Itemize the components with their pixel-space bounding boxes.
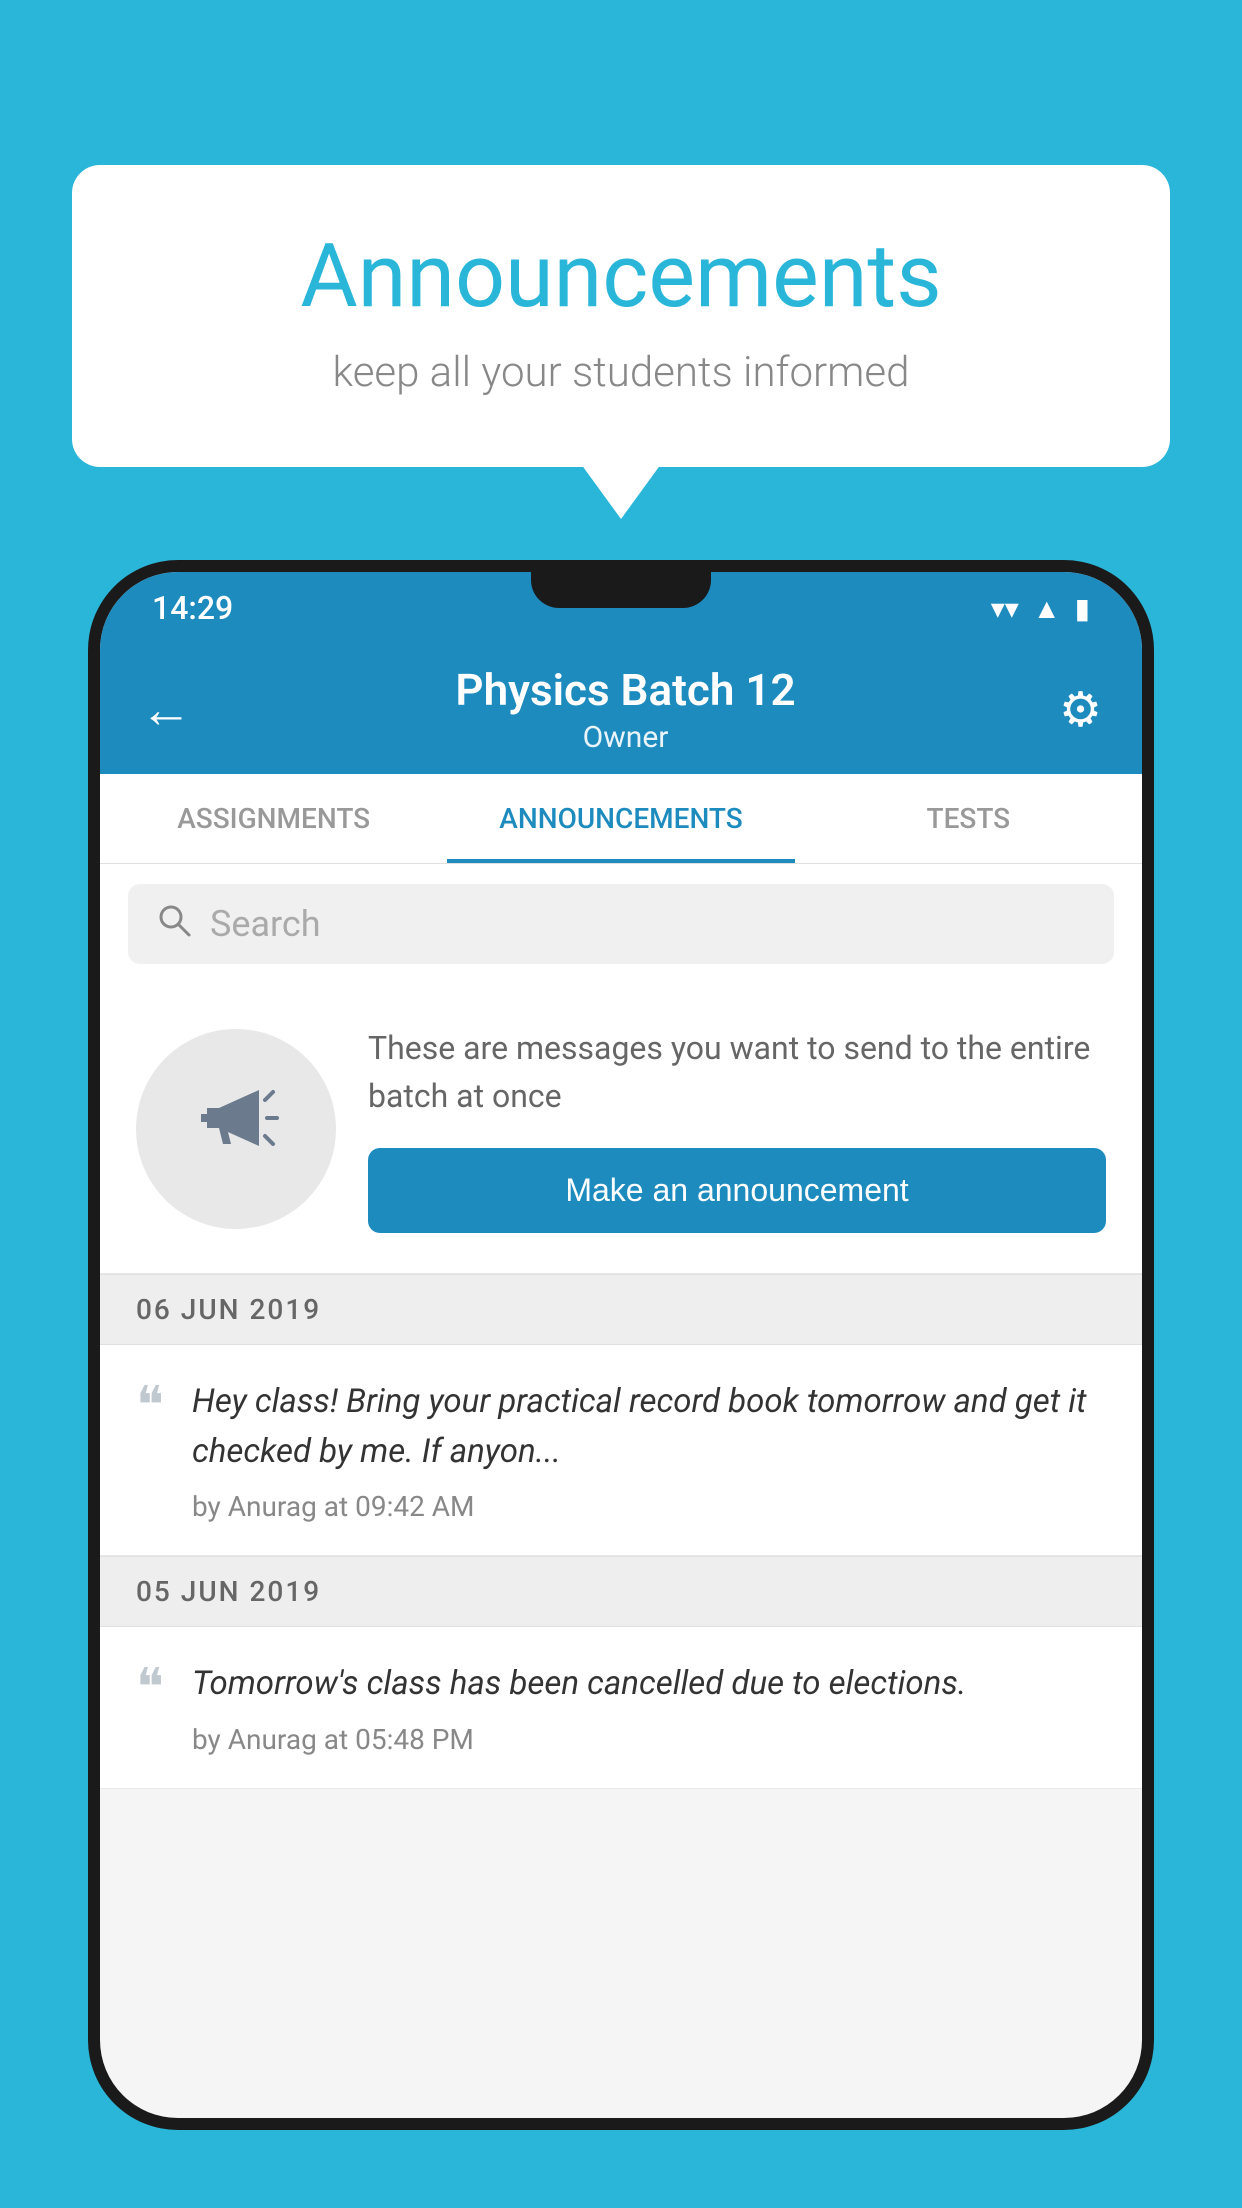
announcement-item-1: ❝ Hey class! Bring your practical record…	[100, 1345, 1142, 1556]
tab-announcements[interactable]: ANNOUNCEMENTS	[447, 774, 794, 863]
announcement-meta-1: by Anurag at 09:42 AM	[192, 1490, 1106, 1523]
status-time: 14:29	[152, 589, 233, 627]
search-icon	[156, 902, 192, 947]
phone-mockup: 14:29 ▾▾ ▲ ▮ ← Physics Batch 12 Owner ⚙	[88, 560, 1154, 2208]
make-announcement-button[interactable]: Make an announcement	[368, 1148, 1106, 1233]
back-button[interactable]: ←	[140, 679, 192, 740]
app-bar-subtitle: Owner	[192, 720, 1059, 755]
announcement-item-2: ❝ Tomorrow's class has been cancelled du…	[100, 1627, 1142, 1789]
announcement-prompt: These are messages you want to send to t…	[100, 984, 1142, 1274]
tabs-bar: ASSIGNMENTS ANNOUNCEMENTS TESTS	[100, 774, 1142, 864]
search-bar[interactable]: Search	[128, 884, 1114, 964]
wifi-icon: ▾▾	[991, 592, 1019, 625]
quote-icon-2: ❝	[136, 1663, 164, 1756]
search-placeholder: Search	[210, 903, 321, 945]
tab-tests[interactable]: TESTS	[795, 774, 1142, 863]
megaphone-circle	[136, 1029, 336, 1229]
announcement-prompt-right: These are messages you want to send to t…	[368, 1024, 1106, 1233]
app-bar-title-container: Physics Batch 12 Owner	[192, 664, 1059, 755]
signal-icon: ▲	[1033, 592, 1061, 625]
speech-bubble-container: Announcements keep all your students inf…	[72, 165, 1170, 467]
battery-icon: ▮	[1075, 592, 1090, 625]
date-separator-1: 06 JUN 2019	[100, 1274, 1142, 1345]
announcement-content-1: Hey class! Bring your practical record b…	[192, 1377, 1106, 1523]
quote-icon-1: ❝	[136, 1381, 164, 1523]
bubble-subtitle: keep all your students informed	[152, 348, 1090, 397]
announcement-text-2: Tomorrow's class has been cancelled due …	[192, 1659, 1106, 1709]
announcement-text-1: Hey class! Bring your practical record b…	[192, 1377, 1106, 1476]
phone-screen: 14:29 ▾▾ ▲ ▮ ← Physics Batch 12 Owner ⚙	[100, 572, 1142, 2118]
announcement-meta-2: by Anurag at 05:48 PM	[192, 1723, 1106, 1756]
status-icons: ▾▾ ▲ ▮	[991, 592, 1090, 625]
date-separator-2: 05 JUN 2019	[100, 1556, 1142, 1627]
announcement-description: These are messages you want to send to t…	[368, 1024, 1106, 1120]
announcement-content-2: Tomorrow's class has been cancelled due …	[192, 1659, 1106, 1756]
phone-outer: 14:29 ▾▾ ▲ ▮ ← Physics Batch 12 Owner ⚙	[88, 560, 1154, 2130]
app-bar-title: Physics Batch 12	[192, 664, 1059, 716]
bubble-title: Announcements	[152, 225, 1090, 328]
tab-assignments[interactable]: ASSIGNMENTS	[100, 774, 447, 863]
phone-notch	[531, 560, 711, 608]
speech-bubble: Announcements keep all your students inf…	[72, 165, 1170, 467]
settings-icon[interactable]: ⚙	[1059, 681, 1102, 738]
app-bar: ← Physics Batch 12 Owner ⚙	[100, 644, 1142, 774]
megaphone-icon	[189, 1070, 284, 1187]
search-container: Search	[100, 864, 1142, 984]
